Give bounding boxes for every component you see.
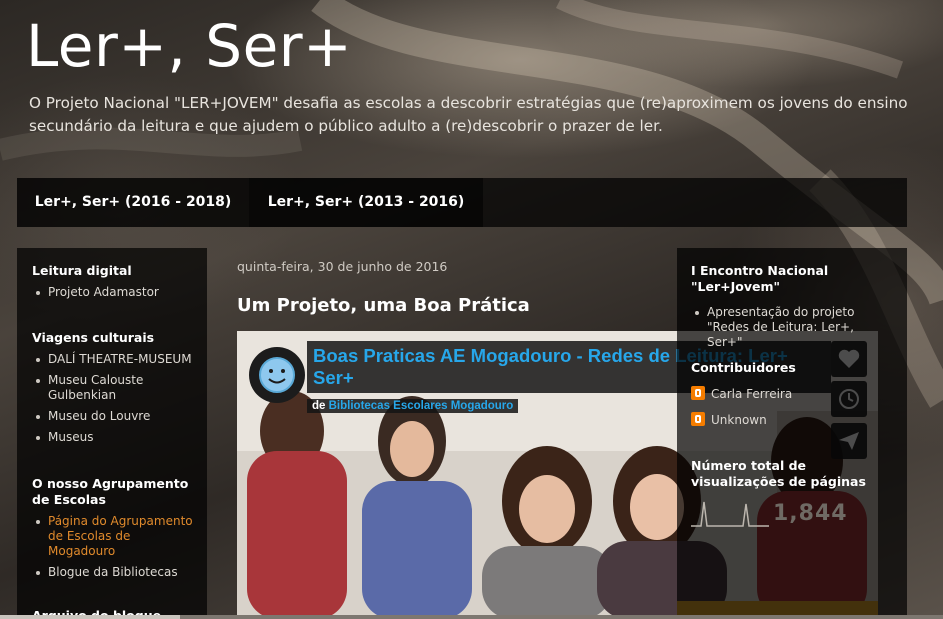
video-channel-line: de Bibliotecas Escolares Mogadouro [307,399,519,413]
pageview-count: 1,844 [773,501,848,526]
widget-encontro: I Encontro Nacional "Ler+Jovem" Apresent… [691,263,891,356]
widget-viagens-culturais: Viagens culturais DALÍ THEATRE-MUSEUM Mu… [32,330,197,451]
contributor-name[interactable]: Unknown [711,413,767,427]
tab-ler-ser-2016-2018[interactable]: Ler+, Ser+ (2016 - 2018) [17,178,249,227]
channel-avatar[interactable] [249,347,305,403]
top-nav: Ler+, Ser+ (2016 - 2018) Ler+, Ser+ (201… [17,178,907,227]
widget-leitura-digital: Leitura digital Projeto Adamastor [32,263,197,306]
scrollbar-thumb[interactable] [0,615,180,619]
blog-description: O Projeto Nacional "LER+JOVEM" desafia a… [29,94,908,135]
video-by-prefix: de [312,400,326,412]
widget-contribuidores: Contribuidores Carla Ferreira Unknown [691,360,891,428]
widget-title: Leitura digital [32,263,132,278]
widget-agrupamento: O nosso Agrupamento de Escolas Página do… [32,476,197,586]
stats-sparkline [691,501,769,527]
widget-title: Viagens culturais [32,330,155,345]
sidebar-link-apresentacao[interactable]: Apresentação do projeto "Redes de Leitur… [691,305,891,350]
sidebar-link-louvre[interactable]: Museu do Louvre [32,409,197,424]
sidebar-link-projeto-adamastor[interactable]: Projeto Adamastor [32,285,197,300]
left-sidebar: Leitura digital Projeto Adamastor Viagen… [17,248,207,619]
widget-title: I Encontro Nacional "Ler+Jovem" [691,263,829,294]
contributor-name[interactable]: Carla Ferreira [711,387,792,401]
widget-title: O nosso Agrupamento de Escolas [32,476,189,507]
sidebar-link-agrupamento[interactable]: Página do Agrupamento de Escolas de Moga… [32,514,197,559]
widget-title: Contribuidores [691,360,796,375]
widget-estatisticas: Número total de visualizações de páginas [691,458,896,490]
post-title[interactable]: Um Projeto, uma Boa Prática [237,295,530,316]
widget-title: Número total de visualizações de páginas [691,458,866,489]
right-sidebar: I Encontro Nacional "Ler+Jovem" Apresent… [677,248,907,619]
contributor-item[interactable]: Carla Ferreira [691,386,891,402]
contributor-item[interactable]: Unknown [691,412,891,428]
sidebar-link-museus[interactable]: Museus [32,430,197,445]
tab-ler-ser-2013-2016[interactable]: Ler+, Ser+ (2013 - 2016) [249,178,483,227]
post-date: quinta-feira, 30 de junho de 2016 [237,259,448,274]
smiley-avatar-icon [259,357,295,393]
blogger-icon [691,412,705,426]
sidebar-link-gulbenkian[interactable]: Museu Calouste Gulbenkian [32,373,197,403]
blog-title[interactable]: Ler+, Ser+ [26,12,352,80]
blogger-icon [691,386,705,400]
sidebar-link-blogue-bibliotecas[interactable]: Blogue da Bibliotecas [32,565,197,580]
video-channel-link[interactable]: Bibliotecas Escolares Mogadouro [329,400,514,412]
horizontal-scrollbar[interactable] [0,615,943,619]
sidebar-link-dali-museum[interactable]: DALÍ THEATRE-MUSEUM [32,352,197,367]
